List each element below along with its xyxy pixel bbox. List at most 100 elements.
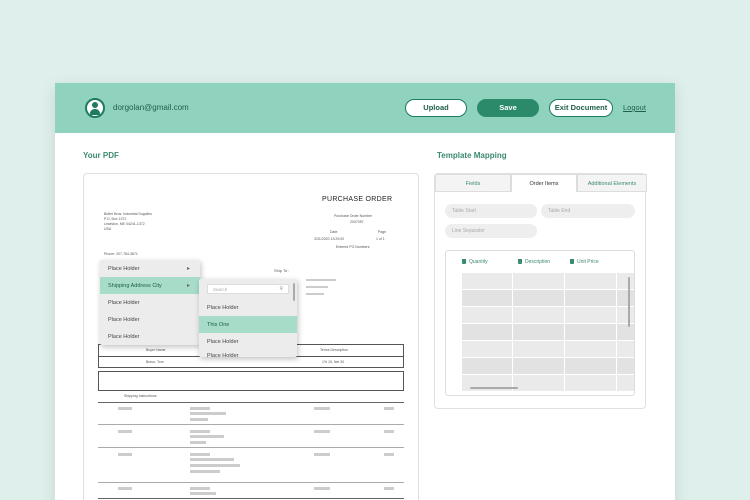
tab-order-items[interactable]: Order Items bbox=[511, 174, 577, 192]
grid-row[interactable] bbox=[462, 375, 634, 392]
item-text bbox=[190, 492, 216, 495]
submenu-search-input[interactable]: Search ⚲ bbox=[207, 284, 289, 294]
item-text bbox=[190, 453, 210, 456]
item-text bbox=[118, 430, 132, 433]
grid-row[interactable] bbox=[462, 273, 634, 290]
items-rule bbox=[98, 402, 404, 403]
exit-document-button[interactable]: Exit Document bbox=[549, 99, 613, 117]
context-menu-item-label: Shipping Address City bbox=[108, 283, 162, 289]
grid-row[interactable] bbox=[462, 290, 634, 307]
grid-row[interactable] bbox=[462, 341, 634, 358]
chevron-right-icon: ▸ bbox=[186, 266, 190, 272]
item-text bbox=[190, 430, 210, 433]
search-placeholder: Search bbox=[213, 287, 228, 292]
item-text bbox=[190, 470, 220, 473]
user-avatar-icon[interactable] bbox=[85, 98, 105, 118]
ship-to-label: Ship To : bbox=[274, 268, 290, 273]
context-menu-item-label: Place Holder bbox=[108, 300, 140, 306]
vendor-phone: Phone: 207-784-3871 bbox=[104, 252, 138, 256]
item-text bbox=[384, 407, 394, 410]
item-text bbox=[314, 453, 330, 456]
trash-icon[interactable] bbox=[570, 259, 574, 264]
tab-fields[interactable]: Fields bbox=[435, 174, 511, 192]
item-text bbox=[384, 453, 394, 456]
item-text bbox=[190, 458, 234, 461]
mapping-section-title: Template Mapping bbox=[437, 151, 507, 160]
horizontal-scrollbar[interactable] bbox=[470, 387, 518, 389]
item-text bbox=[190, 487, 210, 490]
line-separator-input[interactable]: Line Separator bbox=[445, 224, 537, 238]
grid-row[interactable] bbox=[462, 324, 634, 341]
column-header-quantity[interactable]: Quantity bbox=[462, 259, 488, 265]
date-value: 3/31/2020 13:29:00 bbox=[314, 237, 345, 241]
item-text bbox=[190, 464, 240, 467]
item-text bbox=[118, 453, 132, 456]
shipping-instructions: Shipping Instructions bbox=[124, 394, 157, 398]
column-header-label: Quantity bbox=[469, 259, 488, 265]
column-header-description[interactable]: Description bbox=[518, 259, 550, 265]
user-email: dorgolan@gmail.com bbox=[113, 103, 189, 112]
search-icon: ⚲ bbox=[279, 286, 283, 292]
item-text bbox=[190, 441, 206, 444]
mapping-tabs: Fields Order Items Additional Elements bbox=[435, 174, 647, 192]
app-window: dorgolan@gmail.com Upload Save Exit Docu… bbox=[55, 83, 675, 500]
po-number-value: 2037057 bbox=[350, 220, 364, 224]
table-start-input[interactable]: Table Start bbox=[445, 204, 537, 218]
logout-link[interactable]: Logout bbox=[623, 103, 646, 112]
date-label: Date bbox=[330, 230, 338, 234]
context-menu-item[interactable]: Place Holder ▸ bbox=[100, 260, 200, 277]
item-text bbox=[384, 430, 394, 433]
item-text bbox=[118, 407, 132, 410]
field-submenu: Search ⚲ Place Holder This One Place Hol… bbox=[199, 279, 297, 360]
context-menu-item-selected[interactable]: Shipping Address City ▸ bbox=[100, 277, 200, 294]
column-divider bbox=[564, 273, 565, 391]
submenu-scrollbar[interactable] bbox=[293, 283, 295, 301]
column-header-unit-price[interactable]: Unit Price bbox=[570, 259, 599, 265]
grid-row[interactable] bbox=[462, 307, 634, 324]
submenu-item-selected[interactable]: This One bbox=[199, 316, 297, 333]
column-header-label: Unit Price bbox=[577, 259, 599, 265]
items-rule bbox=[98, 482, 404, 483]
buyer-value: Bravo, Tom bbox=[146, 360, 164, 364]
grid-cells[interactable] bbox=[462, 273, 634, 392]
vertical-scrollbar[interactable] bbox=[628, 277, 630, 327]
table-end-input[interactable]: Table End bbox=[541, 204, 635, 218]
item-text bbox=[384, 487, 394, 490]
grid-row[interactable] bbox=[462, 358, 634, 375]
terms-label: Terms Description bbox=[320, 348, 349, 352]
field-context-menu: Place Holder ▸ Shipping Address City ▸ P… bbox=[100, 260, 200, 345]
submenu-item[interactable]: Place Holder bbox=[199, 350, 297, 360]
item-text bbox=[190, 407, 210, 410]
page-value: 1 of 1 bbox=[376, 237, 385, 241]
item-text bbox=[314, 407, 330, 410]
tab-additional-elements[interactable]: Additional Elements bbox=[577, 174, 647, 192]
ship-to-line bbox=[306, 279, 336, 281]
po-number-label: Purchase Order Number bbox=[334, 214, 373, 218]
page-label: Page bbox=[378, 230, 387, 234]
submenu-item[interactable]: Place Holder bbox=[199, 333, 297, 350]
entered-po-label: Entered PO Numbers bbox=[336, 245, 370, 249]
upload-button[interactable]: Upload bbox=[405, 99, 467, 117]
chevron-right-icon: ▸ bbox=[186, 283, 190, 289]
submenu-item[interactable]: Place Holder bbox=[199, 299, 297, 316]
column-mapping-grid: Quantity Description Unit Price bbox=[445, 250, 635, 396]
context-menu-item[interactable]: Place Holder bbox=[100, 328, 200, 345]
column-header-label: Description bbox=[525, 259, 551, 265]
item-text bbox=[118, 487, 132, 490]
items-rule bbox=[98, 498, 404, 499]
column-divider bbox=[616, 273, 617, 391]
column-divider bbox=[512, 273, 513, 391]
context-menu-item[interactable]: Place Holder bbox=[100, 294, 200, 311]
item-text bbox=[190, 418, 208, 421]
item-text bbox=[190, 435, 224, 438]
items-rule bbox=[98, 424, 404, 425]
context-menu-item[interactable]: Place Holder bbox=[100, 311, 200, 328]
top-bar: dorgolan@gmail.com Upload Save Exit Docu… bbox=[55, 83, 675, 133]
trash-icon[interactable] bbox=[462, 259, 466, 264]
items-header-box bbox=[98, 371, 404, 391]
item-text bbox=[314, 487, 330, 490]
trash-icon[interactable] bbox=[518, 259, 522, 264]
item-text bbox=[314, 430, 330, 433]
save-button[interactable]: Save bbox=[477, 99, 539, 117]
doc-title: PURCHASE ORDER bbox=[322, 196, 393, 203]
